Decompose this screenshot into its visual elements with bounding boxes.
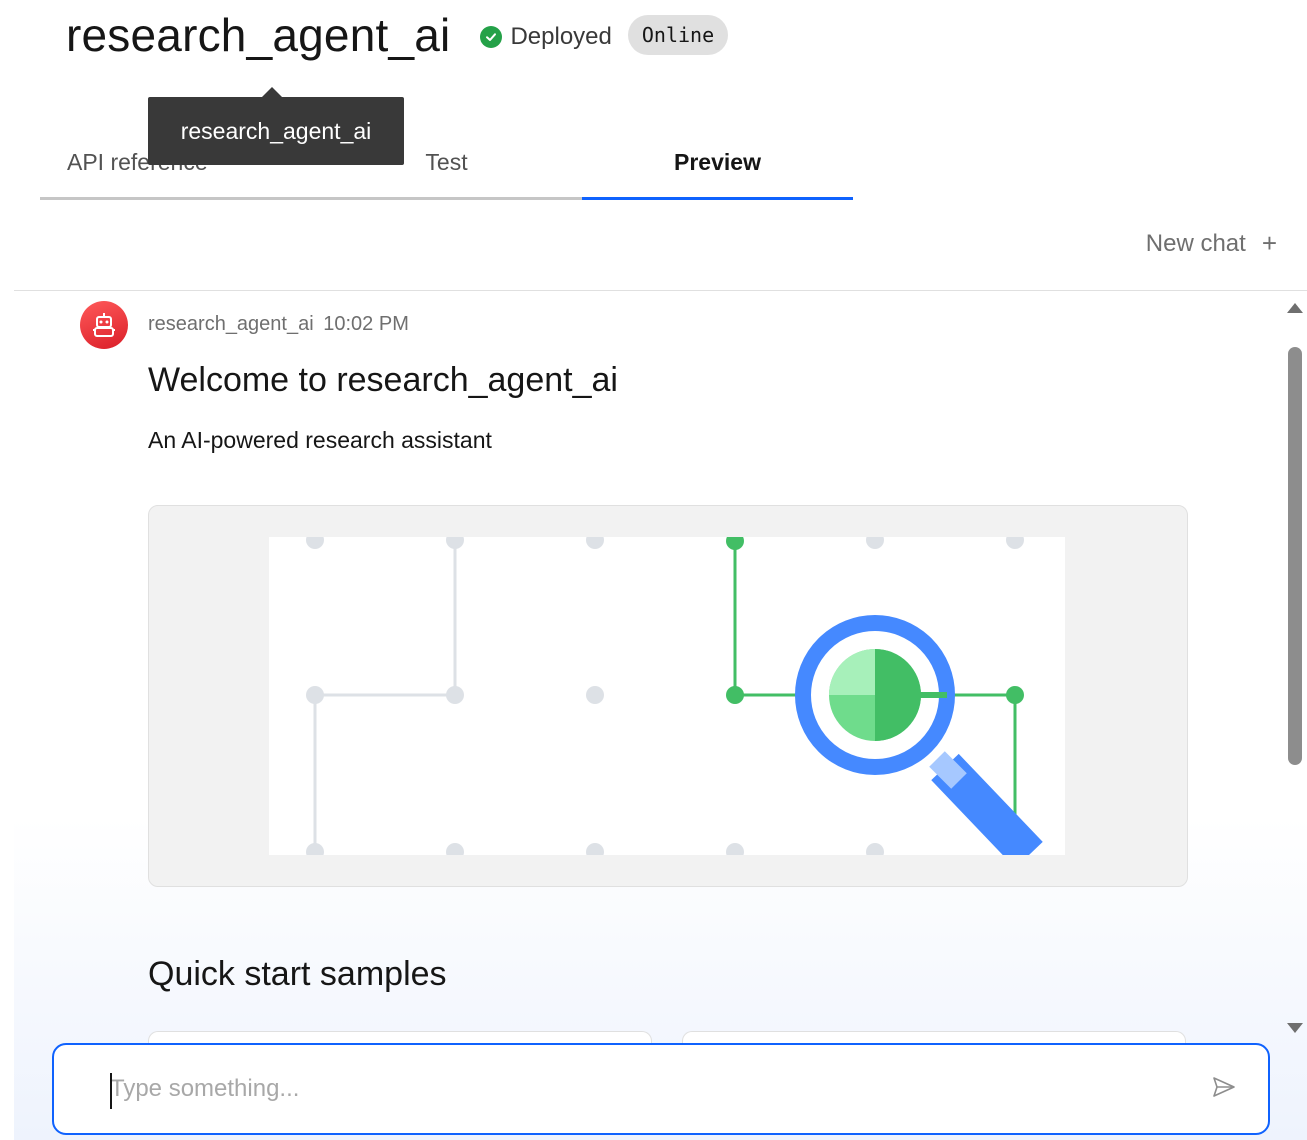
plus-icon: +: [1261, 228, 1277, 258]
send-button[interactable]: [1194, 1059, 1254, 1119]
status-text: Deployed: [510, 23, 612, 50]
message-time: 10:02 PM: [323, 313, 409, 335]
welcome-subtitle: An AI-powered research assistant: [148, 427, 492, 453]
scrollbar-thumb[interactable]: [1288, 347, 1302, 765]
chat-transcript[interactable]: research_agent_ai 10:02 PM Welcome to re…: [14, 290, 1307, 1140]
message-input[interactable]: [54, 1045, 1194, 1133]
welcome-heading: Welcome to research_agent_ai: [148, 361, 618, 399]
scroll-up-arrow[interactable]: [1287, 303, 1303, 313]
check-circle-icon: [480, 26, 503, 48]
online-badge: Online: [627, 15, 729, 55]
message-composer: [52, 1043, 1270, 1135]
illustration-card: [148, 505, 1188, 887]
magnifier-icon: [306, 537, 1043, 855]
new-chat-button[interactable]: New chat +: [1146, 228, 1277, 259]
title-tooltip: research_agent_ai: [148, 87, 404, 165]
sender-name: research_agent_ai: [148, 313, 314, 335]
deploy-status: Deployed: [480, 23, 612, 51]
page-title: research_agent_ai: [66, 9, 451, 61]
illustration-image: [269, 537, 1065, 855]
message-meta: research_agent_ai 10:02 PM: [148, 313, 409, 336]
quick-start-title: Quick start samples: [148, 955, 447, 993]
robot-icon: [80, 301, 128, 349]
text-caret: [110, 1073, 112, 1109]
tab-preview[interactable]: Preview: [582, 128, 853, 200]
send-icon: [1212, 1076, 1236, 1103]
new-chat-label: New chat: [1145, 229, 1246, 257]
scroll-down-arrow[interactable]: [1287, 1023, 1303, 1033]
header: research_agent_ai Deployed Online: [66, 8, 729, 62]
app-page: research_agent_ai Deployed Online API re…: [0, 0, 1307, 1140]
